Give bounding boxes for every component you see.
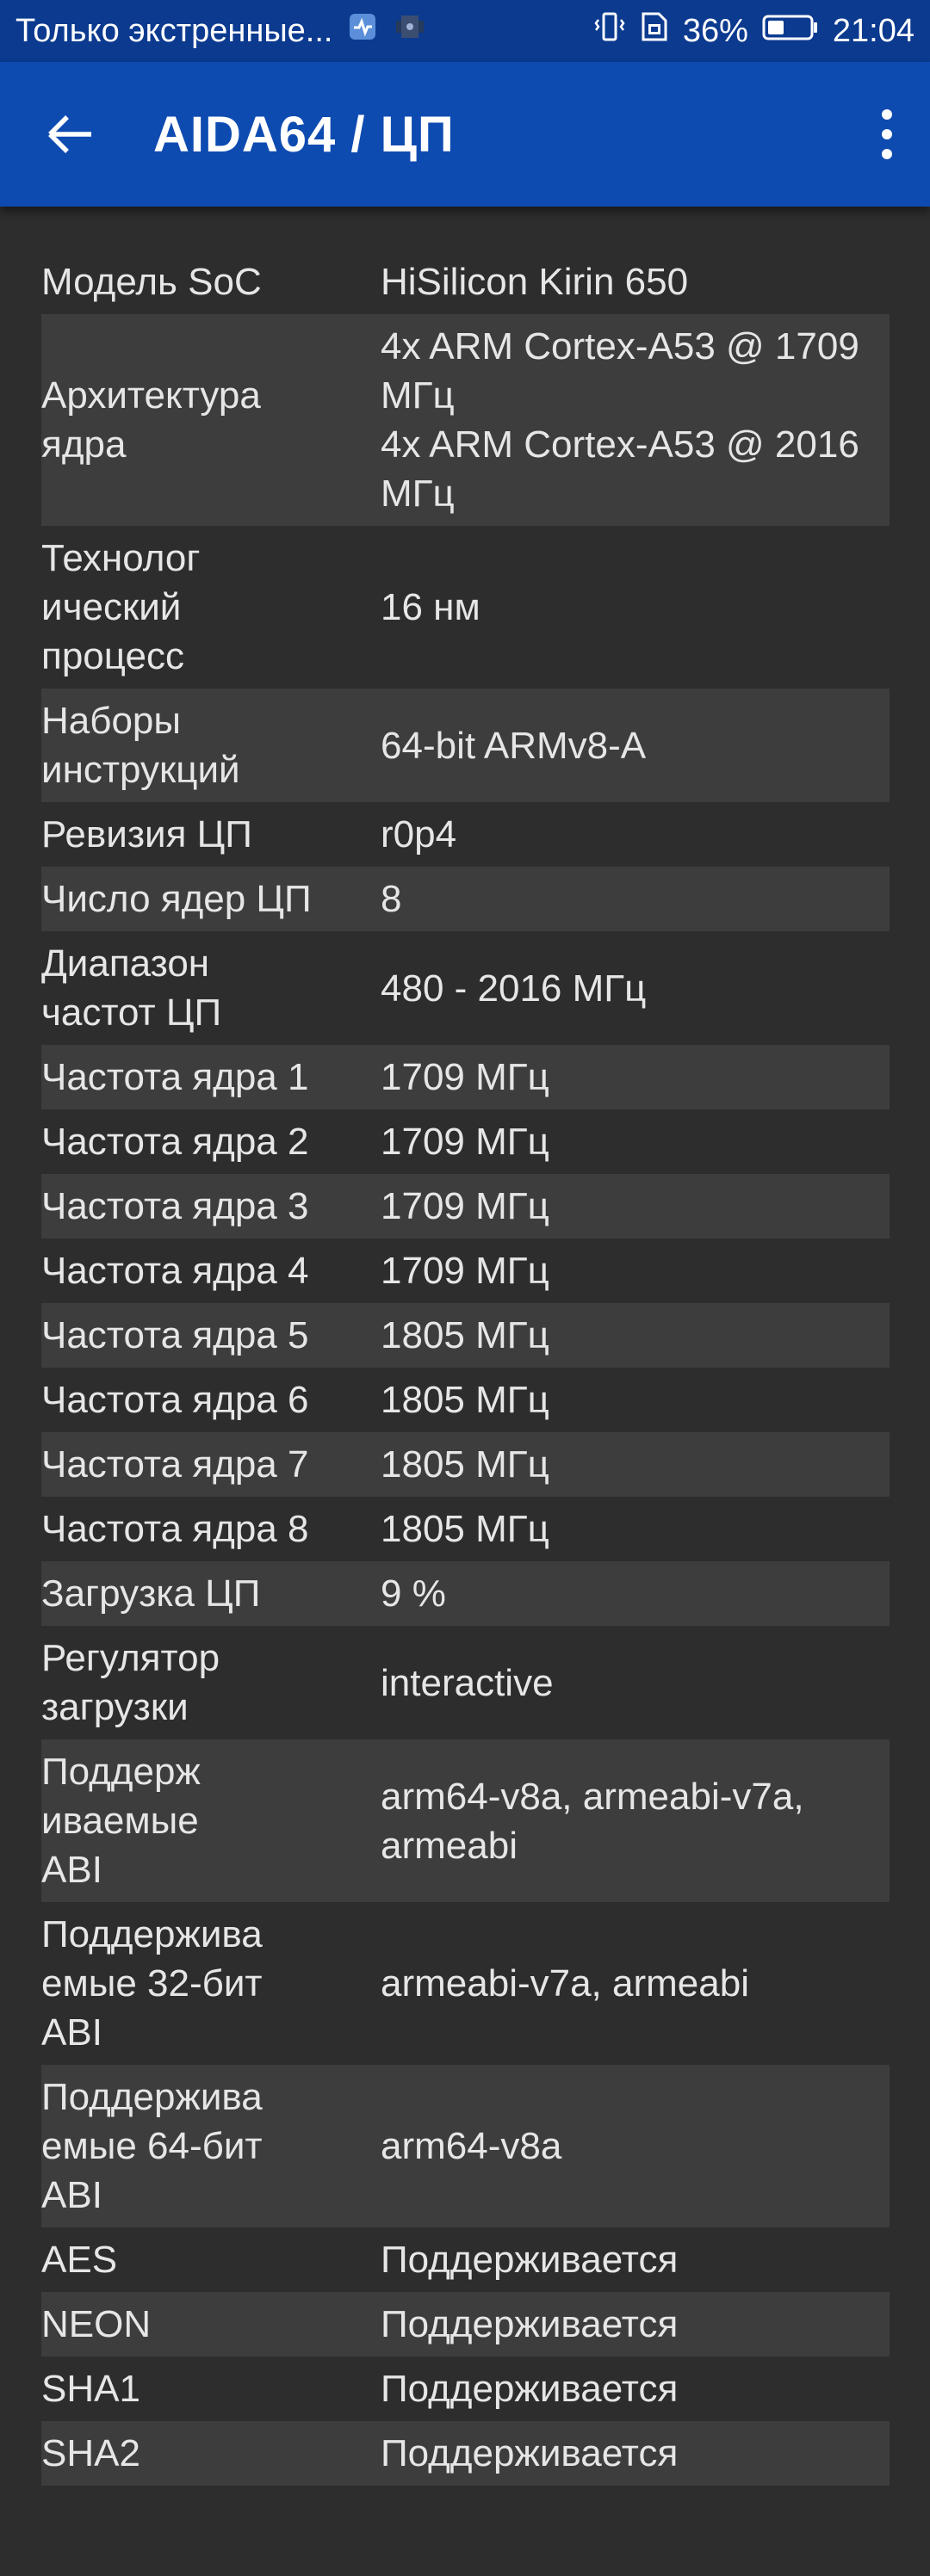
table-row: Поддержива емые 32-бит ABI armeabi-v7a, a… xyxy=(41,1902,890,2065)
table-row: Частота ядра 8 1805 МГц xyxy=(41,1497,890,1561)
row-label: Частота ядра 4 xyxy=(41,1250,309,1292)
row-value: r0p4 xyxy=(381,813,457,856)
table-row: Модель SoC HiSilicon Kirin 650 xyxy=(41,250,890,314)
table-row: Технолог ический процесс 16 нм xyxy=(41,526,890,689)
row-value: Поддерживается xyxy=(381,2432,679,2474)
status-bar: Только экстренные... 36% 21:04 xyxy=(0,0,930,62)
row-value: 1805 МГц xyxy=(381,1508,549,1550)
table-row: Частота ядра 7 1805 МГц xyxy=(41,1432,890,1497)
row-value: 8 xyxy=(381,878,402,920)
table-row: Частота ядра 6 1805 МГц xyxy=(41,1368,890,1432)
row-label: SHA2 xyxy=(41,2432,140,2474)
row-value: 1709 МГц xyxy=(381,1056,549,1098)
table-row: Поддержива емые 64-бит ABI arm64-v8a xyxy=(41,2065,890,2227)
cpu-info-table: Модель SoC HiSilicon Kirin 650 Архитектура… xyxy=(41,250,890,2486)
notification-text: Только экстренные... xyxy=(16,12,333,49)
row-value: 1805 МГц xyxy=(381,1314,549,1356)
row-label: Наборы инструкций xyxy=(41,700,240,791)
table-row: SHA2 Поддерживается xyxy=(41,2421,890,2486)
vibrate-icon xyxy=(593,11,626,51)
table-row: Частота ядра 1 1709 МГц xyxy=(41,1045,890,1109)
table-row: Число ядер ЦП 8 xyxy=(41,867,890,931)
row-value: 480 - 2016 МГц xyxy=(381,967,647,1010)
overflow-menu-icon[interactable] xyxy=(870,100,904,169)
row-label: Регулятор загрузки xyxy=(41,1637,220,1728)
battery-percent: 36% xyxy=(682,12,748,49)
row-label: Частота ядра 6 xyxy=(41,1379,309,1421)
row-label: Диапазон частот ЦП xyxy=(41,942,222,1034)
table-row: Частота ядра 2 1709 МГц xyxy=(41,1109,890,1174)
row-value: HiSilicon Kirin 650 xyxy=(381,261,689,303)
row-label: Поддерж иваемые ABI xyxy=(41,1751,201,1891)
table-row: AES Поддерживается xyxy=(41,2227,890,2292)
row-label: Технолог ический процесс xyxy=(41,537,201,677)
back-arrow-icon[interactable] xyxy=(45,108,96,160)
row-label: Архитектура ядра xyxy=(41,374,261,466)
row-label: Ревизия ЦП xyxy=(41,813,252,856)
row-value: Поддерживается xyxy=(381,2239,679,2281)
row-value: Поддерживается xyxy=(381,2303,679,2345)
table-row: Ревизия ЦП r0p4 xyxy=(41,802,890,867)
table-row: NEON Поддерживается xyxy=(41,2292,890,2357)
row-value: arm64-v8a, armeabi-v7a, armeabi xyxy=(381,1775,804,1867)
row-label: Поддержива емые 32-бит ABI xyxy=(41,1913,263,2054)
row-label: SHA1 xyxy=(41,2368,140,2410)
row-value: 1805 МГц xyxy=(381,1443,549,1486)
table-row: Архитектура ядра 4x ARM Cortex-A53 @ 1709… xyxy=(41,314,890,526)
row-label: Частота ядра 5 xyxy=(41,1314,309,1356)
row-value: 4x ARM Cortex-A53 @ 1709 МГц 4x ARM Cort… xyxy=(381,325,859,515)
row-label: Загрузка ЦП xyxy=(41,1572,261,1615)
status-bar-right: 36% 21:04 xyxy=(593,10,914,52)
table-row: Частота ядра 3 1709 МГц xyxy=(41,1174,890,1239)
row-label: Частота ядра 1 xyxy=(41,1056,309,1098)
row-value: 1709 МГц xyxy=(381,1121,549,1163)
row-label: Частота ядра 8 xyxy=(41,1508,309,1550)
page-title: AIDA64 / ЦП xyxy=(153,106,455,163)
table-row: Частота ядра 5 1805 МГц xyxy=(41,1303,890,1368)
table-row: Диапазон частот ЦП 480 - 2016 МГц xyxy=(41,931,890,1045)
row-value: armeabi-v7a, armeabi xyxy=(381,1962,749,2005)
row-label: Частота ядра 7 xyxy=(41,1443,309,1486)
row-label: NEON xyxy=(41,2303,152,2345)
no-sim-icon xyxy=(640,10,669,52)
table-row: Загрузка ЦП 9 % xyxy=(41,1561,890,1626)
table-row: Регулятор загрузки interactive xyxy=(41,1626,890,1739)
row-label: AES xyxy=(41,2239,118,2281)
row-label: Частота ядра 2 xyxy=(41,1121,309,1163)
app-notification-icon xyxy=(393,12,427,50)
row-value: 64-bit ARMv8-A xyxy=(381,724,647,767)
clock: 21:04 xyxy=(832,12,914,49)
battery-icon xyxy=(762,13,819,50)
row-value: 1709 МГц xyxy=(381,1185,549,1227)
table-row: Поддерж иваемые ABI arm64-v8a, armeabi-v7… xyxy=(41,1739,890,1902)
health-app-icon xyxy=(348,12,377,50)
row-value: 1709 МГц xyxy=(381,1250,549,1292)
row-label: Частота ядра 3 xyxy=(41,1185,309,1227)
row-value: arm64-v8a xyxy=(381,2125,562,2167)
row-value: 1805 МГц xyxy=(381,1379,549,1421)
row-value: 16 нм xyxy=(381,586,480,628)
row-value: interactive xyxy=(381,1661,554,1704)
row-label: Модель SoC xyxy=(41,261,262,303)
row-label: Число ядер ЦП xyxy=(41,878,312,920)
table-row: Наборы инструкций 64-bit ARMv8-A xyxy=(41,689,890,802)
app-bar: AIDA64 / ЦП xyxy=(0,62,930,207)
table-row: SHA1 Поддерживается xyxy=(41,2357,890,2421)
row-value: 9 % xyxy=(381,1572,446,1615)
table-row: Частота ядра 4 1709 МГц xyxy=(41,1239,890,1303)
status-bar-left: Только экстренные... xyxy=(16,12,427,50)
row-label: Поддержива емые 64-бит ABI xyxy=(41,2076,263,2216)
row-value: Поддерживается xyxy=(381,2368,679,2410)
